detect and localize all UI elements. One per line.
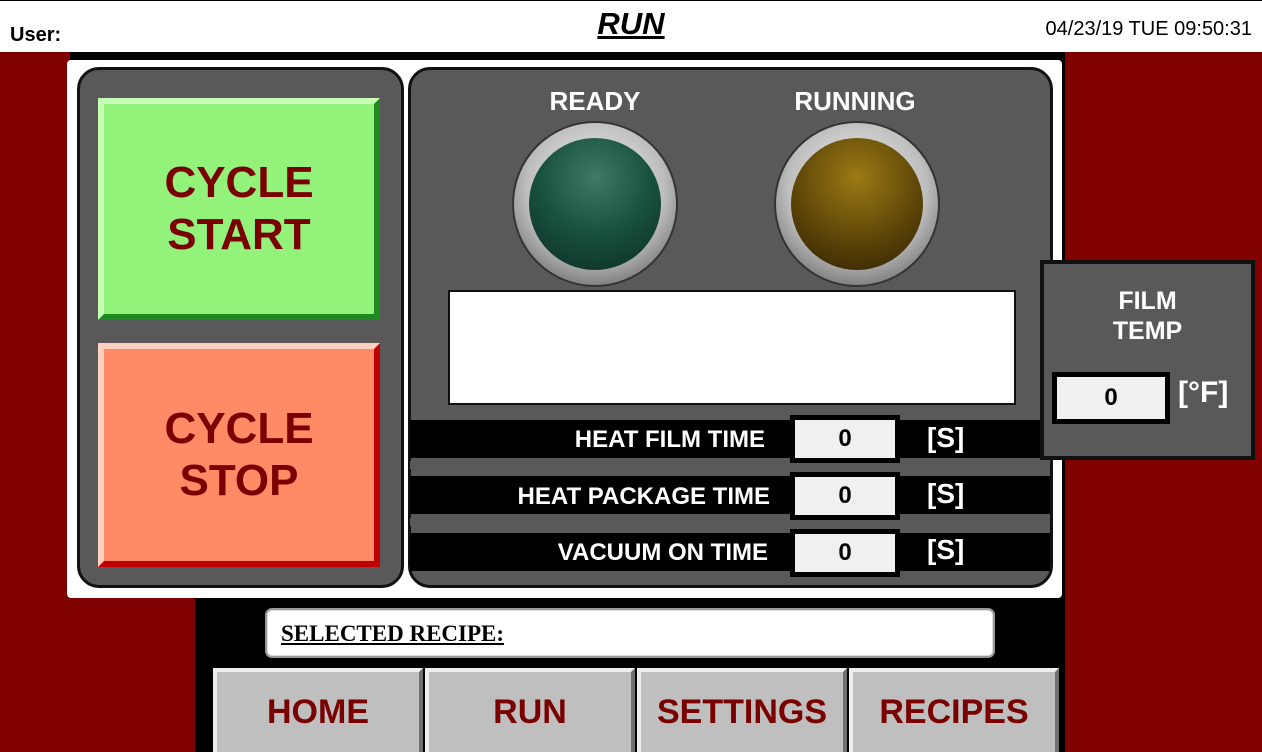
selected-recipe-bar[interactable]: SELECTED RECIPE: (265, 608, 995, 658)
heat-package-time-value: 0 (790, 472, 900, 520)
film-temp-label: FILM TEMP (1044, 286, 1251, 346)
timer-row-separator (410, 518, 1050, 526)
vacuum-on-time-label: VACUUM ON TIME (557, 539, 768, 566)
heat-film-time-unit: [S] (927, 422, 965, 453)
heat-film-time-value: 0 (790, 415, 900, 463)
message-display (448, 290, 1016, 405)
nav-home-button[interactable]: HOME (213, 668, 423, 752)
cycle-stop-label-line2: STOP (179, 456, 299, 505)
film-temp-panel: FILM TEMP 0 [°F] (1040, 260, 1255, 460)
timer-row-separator (410, 461, 1050, 469)
film-temp-label-line1: FILM (1118, 287, 1177, 315)
nav-settings-button[interactable]: SETTINGS (637, 668, 847, 752)
film-temp-unit: [°F] (1178, 376, 1229, 409)
heat-package-time-unit: [S] (927, 478, 965, 509)
nav-recipes-button[interactable]: RECIPES (849, 668, 1059, 752)
top-divider (70, 52, 1060, 60)
running-light-icon (791, 138, 923, 270)
cycle-start-button[interactable]: CYCLE START (98, 98, 380, 320)
cycle-start-label-line1: CYCLE (164, 158, 314, 207)
film-temp-label-line2: TEMP (1112, 317, 1183, 345)
running-indicator (776, 123, 938, 285)
cycle-start-label-line2: START (167, 210, 311, 259)
vacuum-on-time-value: 0 (790, 529, 900, 577)
running-label: RUNNING (794, 86, 916, 116)
heat-film-time-label: HEAT FILM TIME (574, 426, 765, 453)
cycle-stop-label-line1: CYCLE (164, 404, 314, 453)
ready-indicator (514, 123, 676, 285)
selected-recipe-label: SELECTED RECIPE: (281, 621, 505, 646)
nav-run-button[interactable]: RUN (425, 668, 635, 752)
film-temp-value: 0 (1052, 372, 1170, 424)
heat-package-time-label: HEAT PACKAGE TIME (517, 483, 770, 510)
ready-light-icon (529, 138, 661, 270)
ready-label: READY (549, 86, 641, 116)
datetime-display: 04/23/19 TUE 09:50:31 (1045, 18, 1252, 40)
vacuum-on-time-unit: [S] (927, 534, 965, 565)
cycle-stop-button[interactable]: CYCLE STOP (98, 343, 380, 567)
